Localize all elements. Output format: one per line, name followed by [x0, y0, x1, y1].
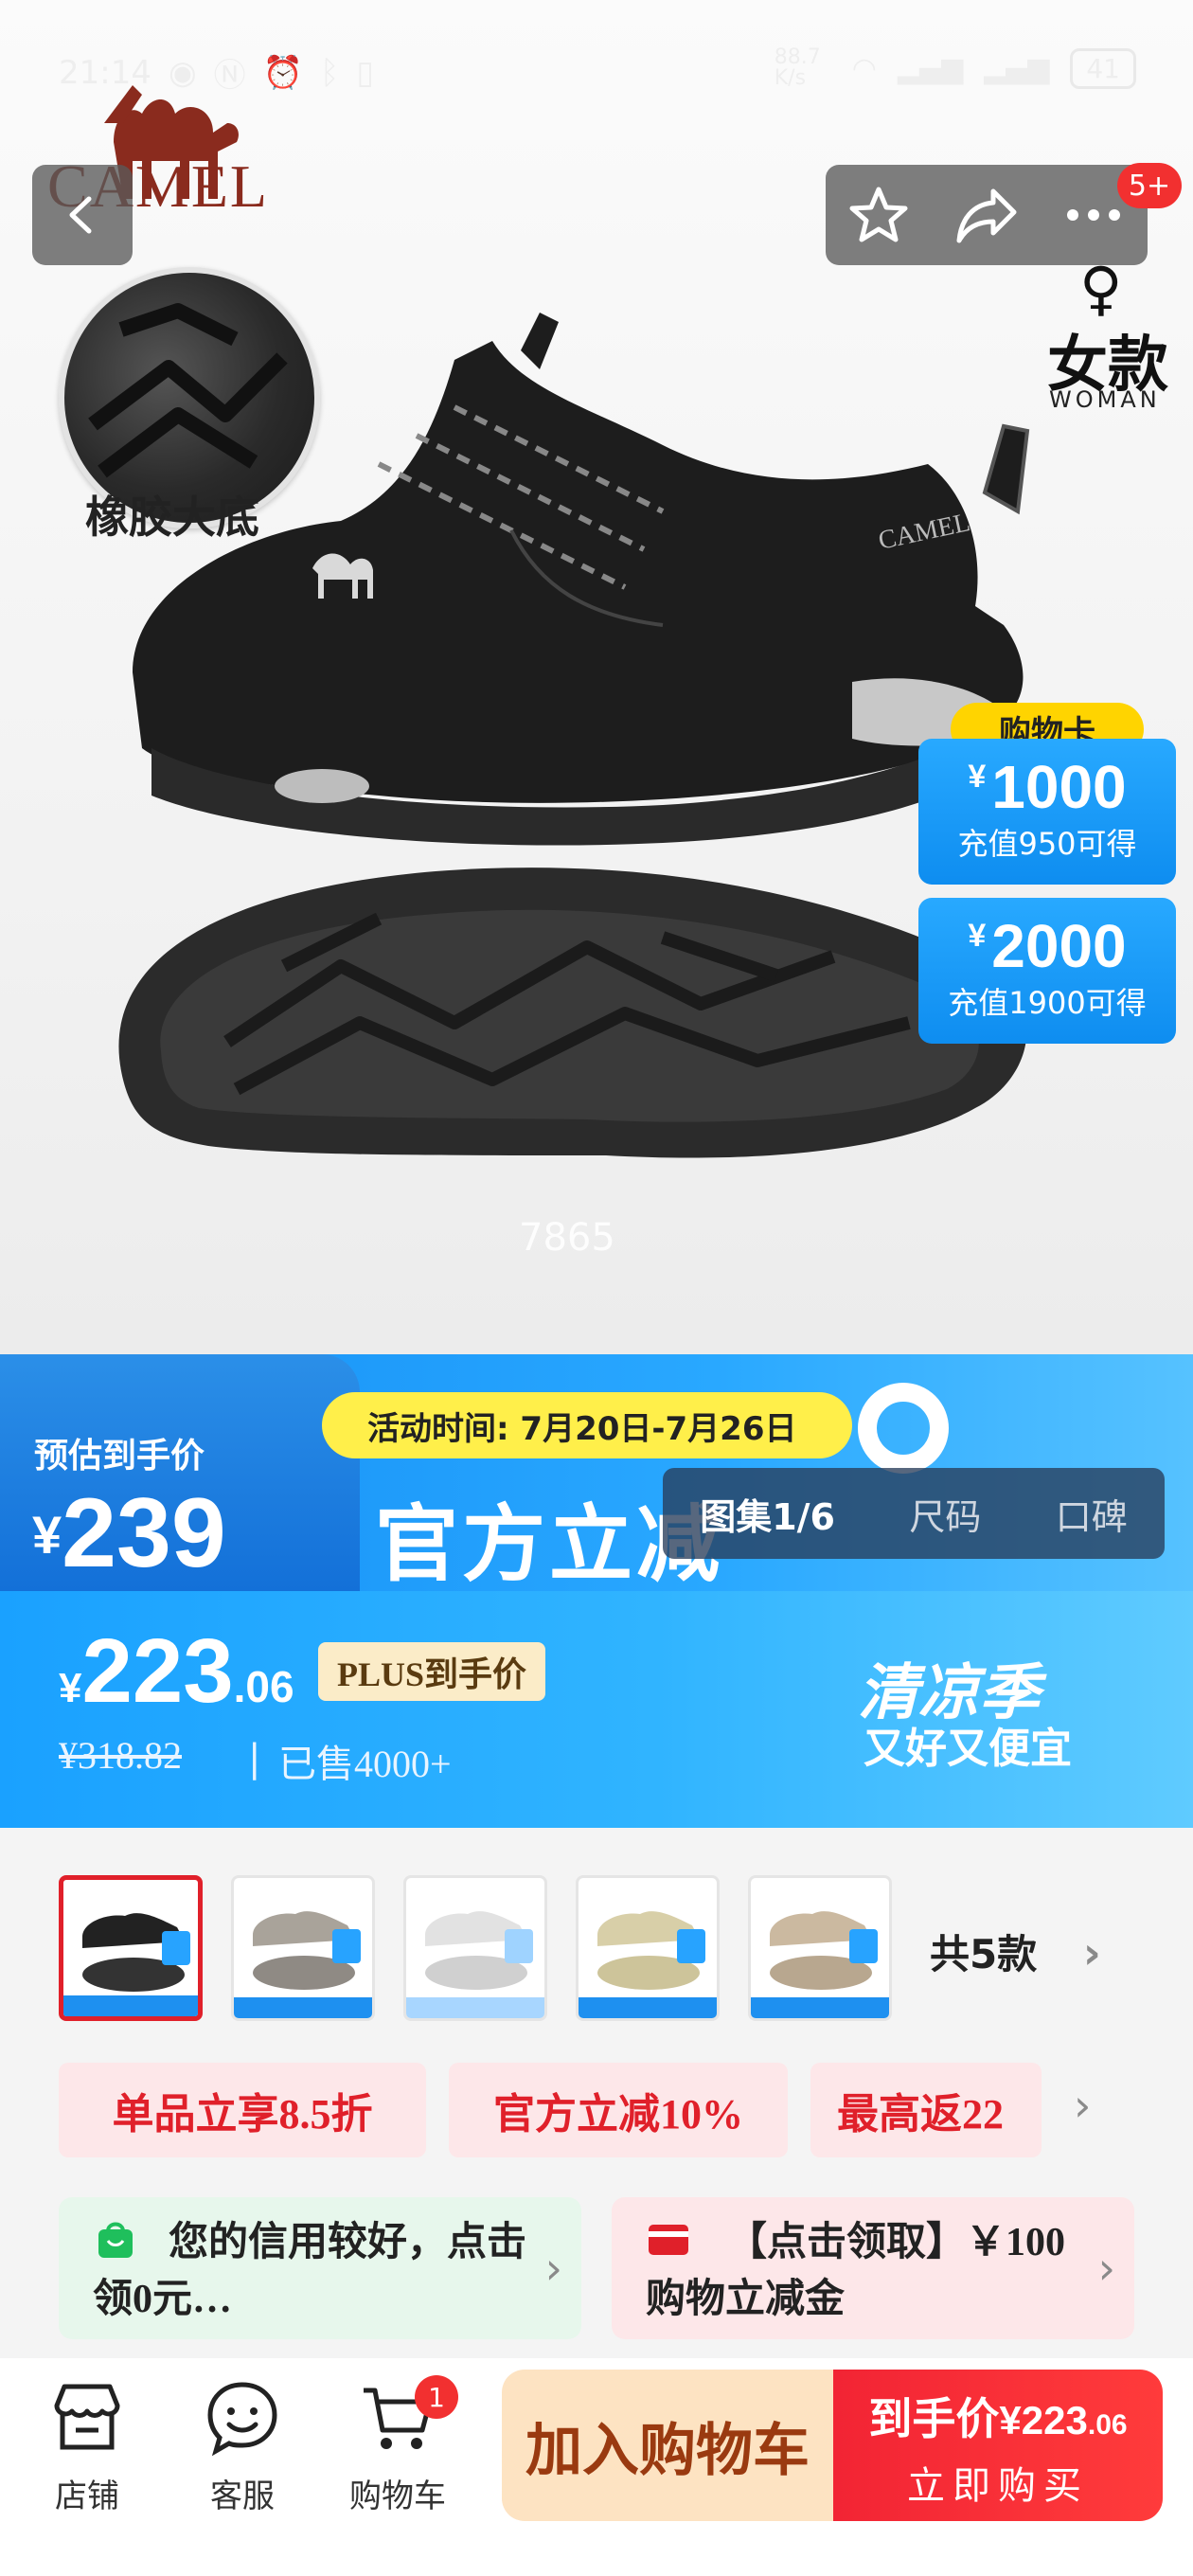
- credit-text: 您的信用较好，点击领0元…: [93, 2221, 527, 2321]
- coupon-official[interactable]: 官方立减10%: [449, 2063, 788, 2157]
- thumb-promo-bar: [234, 1997, 372, 2018]
- shoe-thumb: [253, 1911, 361, 1990]
- tab-size[interactable]: 尺码: [909, 1488, 981, 1540]
- sole-label: 橡胶大底: [85, 492, 259, 543]
- gift-card-1000[interactable]: ¥1000 充值950可得: [918, 739, 1176, 885]
- chevron-right-icon: ›: [544, 2243, 562, 2294]
- shoe-thumb: [425, 1911, 533, 1990]
- shopping-bag-icon: [98, 2222, 133, 2258]
- top-actions: [826, 165, 1148, 265]
- tab-reviews[interactable]: 口碑: [1056, 1488, 1128, 1540]
- thumb-promo-bar: [579, 1997, 717, 2018]
- shoe-thumb: [770, 1911, 878, 1990]
- bluetooth-icon: ᛒ: [320, 53, 340, 92]
- signal-icon: ▂▄▆: [897, 51, 964, 85]
- sole-pattern: [88, 303, 288, 478]
- buy-price-line: 到手价¥223.06: [868, 2393, 1128, 2444]
- variant-thumb-white[interactable]: [403, 1875, 547, 2021]
- original-price: ¥318.82: [59, 1734, 182, 1777]
- variant-thumb-khaki[interactable]: [748, 1875, 892, 2021]
- credit-card-banner[interactable]: 您的信用较好，点击领0元… ›: [59, 2197, 581, 2339]
- voucher-text: 【点击领取】￥100购物立减金: [646, 2221, 1066, 2321]
- card-note: 充值1900可得: [948, 985, 1147, 1021]
- variant-thumb-grey[interactable]: [231, 1875, 375, 2021]
- battery-indicator: 41: [1070, 47, 1136, 89]
- image-watermark: 7865: [519, 1216, 615, 1260]
- gift-card-2000[interactable]: ¥2000 充值1900可得: [918, 898, 1176, 1044]
- current-price: ¥223.06: [59, 1620, 294, 1722]
- coupon-discount[interactable]: 单品立享8.5折: [59, 2063, 426, 2157]
- chevron-left-icon: [69, 196, 92, 234]
- lifebuoy-icon: [858, 1383, 949, 1474]
- chevron-right-icon[interactable]: ›: [1074, 2080, 1091, 2131]
- cart-badge: 1: [415, 2375, 458, 2419]
- card-note: 充值950可得: [957, 826, 1137, 862]
- card-amount: 1000: [991, 753, 1127, 821]
- customer-service-icon: [207, 2382, 277, 2457]
- nav-shop[interactable]: 店铺: [21, 2377, 153, 2516]
- wifi-icon: ◠: [851, 51, 877, 85]
- estimate-price: ¥239: [32, 1478, 226, 1588]
- gender-label-en: WOMAN: [1049, 386, 1161, 413]
- shoe-thumb: [597, 1911, 705, 1990]
- card-amount: 2000: [991, 912, 1127, 980]
- product-image[interactable]: CAMEL 21:14 ◉ Ⓝ ⏰ ᛒ ▯ 88.7 K/s ◠ ▂▄▆ ▂▄▆…: [0, 0, 1193, 1591]
- thumb-promo-bar: [406, 1997, 544, 2018]
- buy-now-button[interactable]: 到手价¥223.06 立即购买: [833, 2370, 1163, 2521]
- buy-now-label: 立即购买: [907, 2464, 1089, 2508]
- star-icon[interactable]: [846, 182, 912, 248]
- event-time: 活动时间: 7月20日-7月26日: [322, 1392, 852, 1458]
- share-icon[interactable]: [952, 182, 1020, 248]
- gallery-tabs: 图集1/6 尺码 口碑: [663, 1468, 1165, 1559]
- store-icon: [54, 2384, 120, 2450]
- thumb-promo-bar: [751, 1997, 889, 2018]
- chevron-right-icon: ›: [1097, 2243, 1115, 2294]
- status-bar-right: 88.7 K/s ◠ ▂▄▆ ▂▄▆ 41: [775, 47, 1136, 89]
- chevron-right-icon: ›: [1082, 1927, 1101, 1978]
- coupon-rebate[interactable]: 最高返22: [810, 2063, 1042, 2157]
- notification-badge: 5+: [1117, 163, 1182, 208]
- variant-count[interactable]: 共5款 ›: [930, 1923, 1101, 1980]
- tab-gallery[interactable]: 图集1/6: [700, 1488, 835, 1540]
- net-speed: 88.7 K/s: [774, 45, 821, 90]
- variant-thumb-beige[interactable]: [576, 1875, 720, 2021]
- card-icon: [649, 2225, 688, 2255]
- season-subtitle: 又好又便宜: [864, 1725, 1072, 1773]
- voucher-banner[interactable]: 【点击领取】￥100购物立减金 ›: [612, 2197, 1134, 2339]
- female-symbol-icon: ♀: [1079, 254, 1123, 323]
- signal-icon-2: ▂▄▆: [984, 51, 1050, 85]
- estimate-label: 预估到手价: [34, 1437, 205, 1476]
- price-divider: |: [248, 1737, 261, 1780]
- plus-price-tag: PLUS到手价: [318, 1642, 546, 1701]
- nav-service[interactable]: 客服: [176, 2377, 309, 2516]
- variant-thumb-black[interactable]: [59, 1875, 203, 2021]
- back-button[interactable]: [32, 165, 133, 265]
- shoe-thumb: [82, 1913, 190, 1992]
- add-to-cart-button[interactable]: 加入购物车: [502, 2370, 833, 2521]
- sold-count: 已售4000+: [278, 1743, 452, 1785]
- vibrate-icon: ▯: [356, 53, 375, 92]
- thumb-promo-bar: [63, 1995, 198, 2016]
